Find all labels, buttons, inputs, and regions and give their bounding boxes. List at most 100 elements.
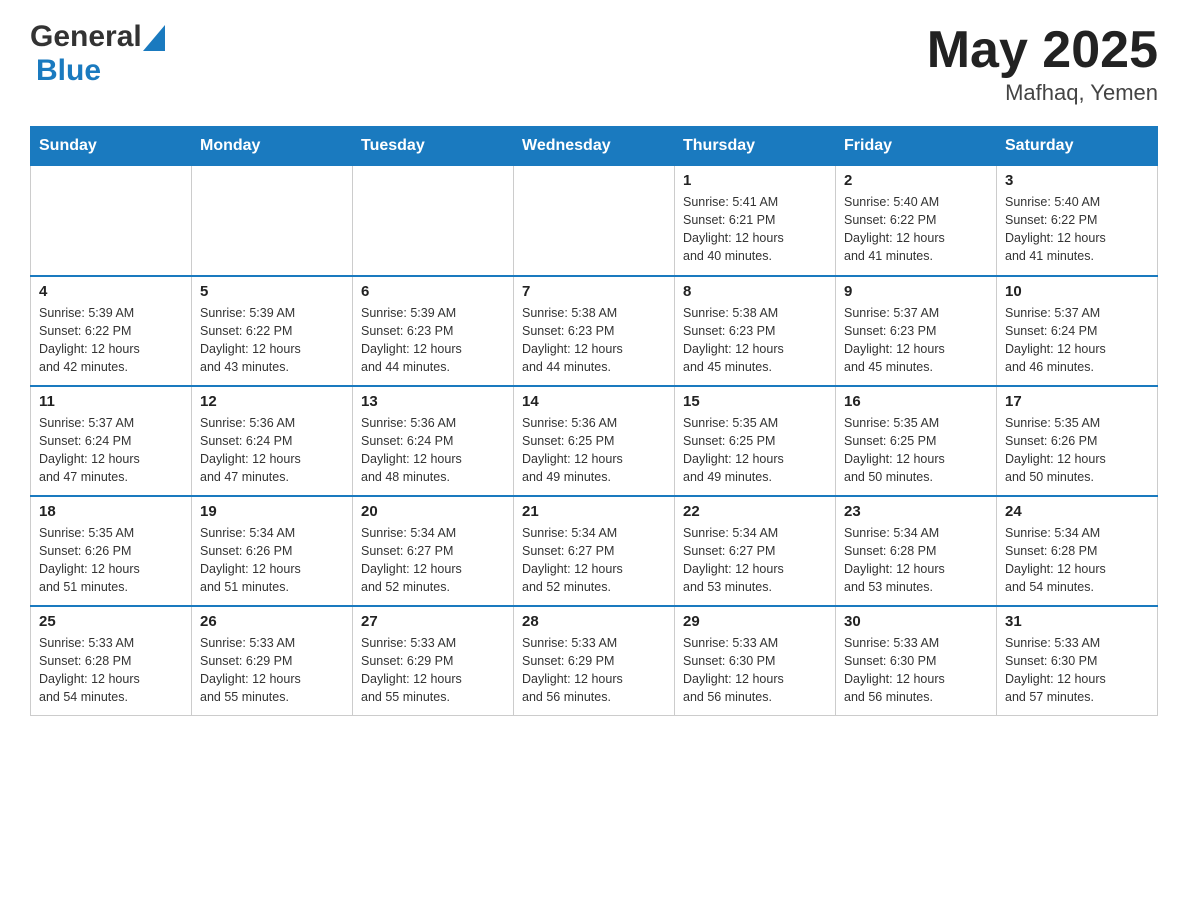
day-number: 6 [361, 283, 505, 300]
day-number: 22 [683, 503, 827, 520]
calendar-cell: 23 Sunrise: 5:34 AMSunset: 6:28 PMDayligh… [836, 496, 997, 606]
day-number: 10 [1005, 283, 1149, 300]
calendar-cell: 6 Sunrise: 5:39 AMSunset: 6:23 PMDaylight… [353, 276, 514, 386]
day-info: Sunrise: 5:34 AMSunset: 6:28 PMDaylight:… [1005, 524, 1149, 597]
calendar-cell: 22Sunrise: 5:34 AMSunset: 6:27 PMDayligh… [675, 496, 836, 606]
day-number: 28 [522, 613, 666, 630]
day-number: 26 [200, 613, 344, 630]
weekday-header-friday: Friday [836, 127, 997, 166]
day-info: Sunrise: 5:39 AMSunset: 6:22 PMDaylight:… [200, 304, 344, 377]
day-info: Sunrise: 5:39 AMSunset: 6:23 PMDaylight:… [361, 304, 505, 377]
day-info: Sunrise: 5:33 AMSunset: 6:29 PMDaylight:… [200, 634, 344, 707]
calendar-cell: 18 Sunrise: 5:35 AMSunset: 6:26 PMDayligh… [31, 496, 192, 606]
day-number: 5 [200, 283, 344, 300]
day-info: Sunrise: 5:36 AMSunset: 6:25 PMDaylight:… [522, 414, 666, 487]
calendar-cell: 1 Sunrise: 5:41 AMSunset: 6:21 PMDaylight… [675, 166, 836, 276]
day-info: Sunrise: 5:34 AMSunset: 6:27 PMDaylight:… [361, 524, 505, 597]
calendar-cell: 20 Sunrise: 5:34 AMSunset: 6:27 PMDayligh… [353, 496, 514, 606]
day-number: 19 [200, 503, 344, 520]
page-location: Mafhaq, Yemen [927, 80, 1158, 106]
calendar-cell: 9 Sunrise: 5:37 AMSunset: 6:23 PMDaylight… [836, 276, 997, 386]
day-number: 11 [39, 393, 183, 410]
day-info: Sunrise: 5:36 AMSunset: 6:24 PMDaylight:… [361, 414, 505, 487]
day-info: Sunrise: 5:33 AMSunset: 6:30 PMDaylight:… [844, 634, 988, 707]
calendar-cell: 11Sunrise: 5:37 AMSunset: 6:24 PMDayligh… [31, 386, 192, 496]
calendar-cell: 8 Sunrise: 5:38 AMSunset: 6:23 PMDaylight… [675, 276, 836, 386]
day-info: Sunrise: 5:38 AMSunset: 6:23 PMDaylight:… [522, 304, 666, 377]
calendar-cell: 24 Sunrise: 5:34 AMSunset: 6:28 PMDayligh… [997, 496, 1158, 606]
day-number: 9 [844, 283, 988, 300]
calendar-cell: 7Sunrise: 5:38 AMSunset: 6:23 PMDaylight… [514, 276, 675, 386]
logo-triangle-icon [143, 25, 165, 51]
logo-blue-text: Blue [36, 54, 101, 88]
day-info: Sunrise: 5:35 AMSunset: 6:25 PMDaylight:… [683, 414, 827, 487]
weekday-header-saturday: Saturday [997, 127, 1158, 166]
day-info: Sunrise: 5:39 AMSunset: 6:22 PMDaylight:… [39, 304, 183, 377]
day-number: 31 [1005, 613, 1149, 630]
day-info: Sunrise: 5:34 AMSunset: 6:26 PMDaylight:… [200, 524, 344, 597]
title-block: May 2025 Mafhaq, Yemen [927, 20, 1158, 106]
day-info: Sunrise: 5:33 AMSunset: 6:30 PMDaylight:… [1005, 634, 1149, 707]
calendar-cell: 17 Sunrise: 5:35 AMSunset: 6:26 PMDayligh… [997, 386, 1158, 496]
calendar-cell: 19 Sunrise: 5:34 AMSunset: 6:26 PMDayligh… [192, 496, 353, 606]
calendar-cell: 26 Sunrise: 5:33 AMSunset: 6:29 PMDayligh… [192, 606, 353, 716]
day-info: Sunrise: 5:36 AMSunset: 6:24 PMDaylight:… [200, 414, 344, 487]
day-info: Sunrise: 5:37 AMSunset: 6:23 PMDaylight:… [844, 304, 988, 377]
calendar-table: SundayMondayTuesdayWednesdayThursdayFrid… [30, 126, 1158, 716]
day-info: Sunrise: 5:35 AMSunset: 6:26 PMDaylight:… [39, 524, 183, 597]
day-number: 17 [1005, 393, 1149, 410]
day-info: Sunrise: 5:35 AMSunset: 6:26 PMDaylight:… [1005, 414, 1149, 487]
calendar-header: SundayMondayTuesdayWednesdayThursdayFrid… [31, 127, 1158, 166]
day-number: 1 [683, 172, 827, 189]
day-number: 20 [361, 503, 505, 520]
calendar-cell: 12Sunrise: 5:36 AMSunset: 6:24 PMDayligh… [192, 386, 353, 496]
calendar-cell: 10 Sunrise: 5:37 AMSunset: 6:24 PMDayligh… [997, 276, 1158, 386]
day-info: Sunrise: 5:33 AMSunset: 6:29 PMDaylight:… [522, 634, 666, 707]
day-info: Sunrise: 5:40 AMSunset: 6:22 PMDaylight:… [844, 193, 988, 266]
day-info: Sunrise: 5:40 AMSunset: 6:22 PMDaylight:… [1005, 193, 1149, 266]
calendar-cell: 3 Sunrise: 5:40 AMSunset: 6:22 PMDaylight… [997, 166, 1158, 276]
day-number: 2 [844, 172, 988, 189]
day-number: 21 [522, 503, 666, 520]
day-number: 15 [683, 393, 827, 410]
calendar-cell: 14 Sunrise: 5:36 AMSunset: 6:25 PMDayligh… [514, 386, 675, 496]
day-number: 14 [522, 393, 666, 410]
day-info: Sunrise: 5:38 AMSunset: 6:23 PMDaylight:… [683, 304, 827, 377]
page-title: May 2025 [927, 20, 1158, 80]
calendar-cell [31, 166, 192, 276]
day-number: 4 [39, 283, 183, 300]
calendar-cell [514, 166, 675, 276]
calendar-week-row: 1 Sunrise: 5:41 AMSunset: 6:21 PMDaylight… [31, 166, 1158, 276]
calendar-cell: 15 Sunrise: 5:35 AMSunset: 6:25 PMDayligh… [675, 386, 836, 496]
day-info: Sunrise: 5:35 AMSunset: 6:25 PMDaylight:… [844, 414, 988, 487]
weekday-header-row: SundayMondayTuesdayWednesdayThursdayFrid… [31, 127, 1158, 166]
day-number: 24 [1005, 503, 1149, 520]
calendar-cell: 4 Sunrise: 5:39 AMSunset: 6:22 PMDaylight… [31, 276, 192, 386]
calendar-cell: 5 Sunrise: 5:39 AMSunset: 6:22 PMDaylight… [192, 276, 353, 386]
calendar-cell: 30 Sunrise: 5:33 AMSunset: 6:30 PMDayligh… [836, 606, 997, 716]
day-number: 3 [1005, 172, 1149, 189]
day-number: 29 [683, 613, 827, 630]
day-number: 27 [361, 613, 505, 630]
day-number: 8 [683, 283, 827, 300]
calendar-week-row: 25 Sunrise: 5:33 AMSunset: 6:28 PMDayligh… [31, 606, 1158, 716]
day-number: 30 [844, 613, 988, 630]
calendar-cell: 27Sunrise: 5:33 AMSunset: 6:29 PMDayligh… [353, 606, 514, 716]
day-number: 16 [844, 393, 988, 410]
calendar-cell: 29 Sunrise: 5:33 AMSunset: 6:30 PMDayligh… [675, 606, 836, 716]
page-header: General Blue May 2025 Mafhaq, Yemen [30, 20, 1158, 106]
day-number: 25 [39, 613, 183, 630]
calendar-cell: 31 Sunrise: 5:33 AMSunset: 6:30 PMDayligh… [997, 606, 1158, 716]
day-info: Sunrise: 5:34 AMSunset: 6:28 PMDaylight:… [844, 524, 988, 597]
day-number: 23 [844, 503, 988, 520]
calendar-cell: 21Sunrise: 5:34 AMSunset: 6:27 PMDayligh… [514, 496, 675, 606]
day-info: Sunrise: 5:33 AMSunset: 6:30 PMDaylight:… [683, 634, 827, 707]
day-number: 18 [39, 503, 183, 520]
calendar-cell [192, 166, 353, 276]
weekday-header-tuesday: Tuesday [353, 127, 514, 166]
calendar-cell [353, 166, 514, 276]
day-info: Sunrise: 5:37 AMSunset: 6:24 PMDaylight:… [1005, 304, 1149, 377]
day-info: Sunrise: 5:41 AMSunset: 6:21 PMDaylight:… [683, 193, 827, 266]
day-info: Sunrise: 5:33 AMSunset: 6:28 PMDaylight:… [39, 634, 183, 707]
calendar-body: 1 Sunrise: 5:41 AMSunset: 6:21 PMDaylight… [31, 166, 1158, 716]
